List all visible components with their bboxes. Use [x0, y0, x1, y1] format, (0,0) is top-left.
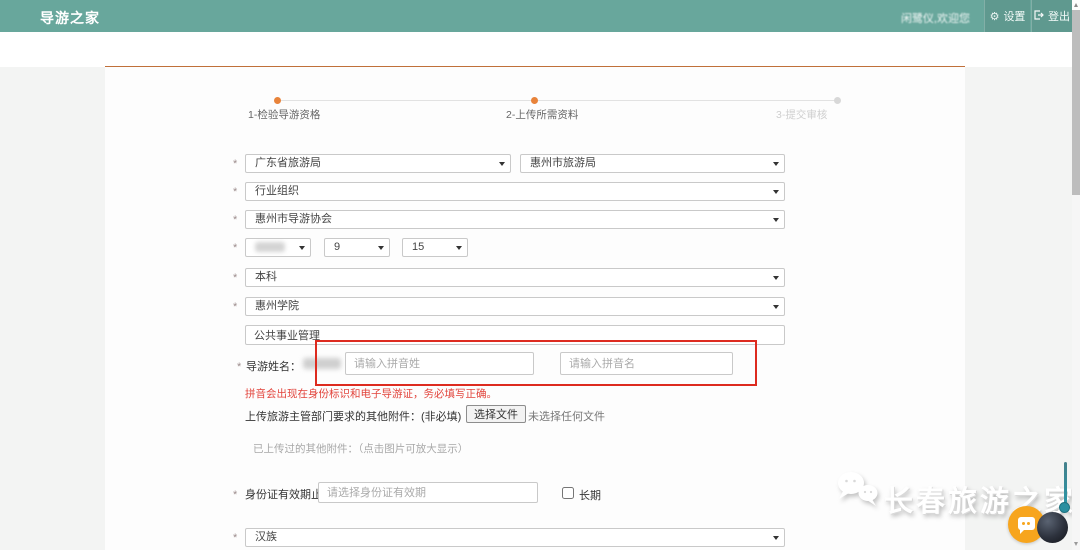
education-value: 本科: [255, 271, 277, 283]
redacted-year-value: [255, 242, 285, 252]
id-expiry-input[interactable]: [318, 482, 538, 503]
logout-label: 登出: [1048, 8, 1070, 24]
settings-label: 设置: [1003, 8, 1025, 24]
file-status-text: 未选择任何文件: [528, 408, 605, 424]
chevron-down-icon: [773, 190, 779, 194]
step-progress-line: [277, 100, 837, 101]
education-select[interactable]: 本科: [245, 268, 785, 287]
chat-bubble-icon: [1018, 517, 1035, 530]
settings-button[interactable]: ⚙ 设置: [984, 0, 1030, 32]
scrollbar-up-button[interactable]: [1072, 0, 1080, 10]
avatar[interactable]: [1037, 512, 1068, 543]
step-2-dot: [531, 97, 538, 104]
year-select[interactable]: [245, 238, 311, 257]
chevron-down-icon: [773, 162, 779, 166]
logout-button[interactable]: 登出: [1031, 0, 1072, 32]
step-1-label: 1-检验导游资格: [248, 107, 320, 122]
major-input[interactable]: [245, 325, 785, 345]
required-asterisk: *: [237, 361, 241, 373]
scrollbar-thumb[interactable]: [1072, 10, 1080, 195]
chevron-down-icon: [456, 246, 462, 250]
guide-association-value: 惠州市导游协会: [255, 213, 332, 225]
uploaded-attachments-hint: 已上传过的其他附件：（点击图片可放大显示）: [253, 441, 468, 456]
top-header-bar: 导游之家 闲鹭仪,欢迎您 ⚙ 设置 登出: [0, 0, 1072, 32]
brand-title: 导游之家: [40, 8, 100, 28]
ethnicity-select[interactable]: 汉族: [245, 528, 785, 547]
gear-icon: ⚙: [990, 10, 1000, 23]
city-bureau-value: 惠州市旅游局: [530, 157, 596, 169]
scroll-pin-line: [1064, 462, 1067, 506]
redacted-guide-name: [303, 358, 341, 369]
day-select[interactable]: 15: [402, 238, 468, 257]
day-value: 15: [412, 241, 424, 253]
month-select[interactable]: 9: [324, 238, 390, 257]
province-bureau-value: 广东省旅游局: [255, 157, 321, 169]
notice-bar: 只需几步即可完成导游认证信息提交: [0, 32, 1080, 67]
required-asterisk: *: [233, 214, 237, 226]
industry-org-value: 行业组织: [255, 185, 299, 197]
month-value: 9: [334, 241, 340, 253]
pinyin-givenname-input[interactable]: [560, 352, 733, 375]
welcome-text: 闲鹭仪,欢迎您: [870, 10, 970, 26]
step-3-label: 3-提交审核: [776, 107, 827, 122]
ethnicity-value: 汉族: [255, 531, 277, 543]
required-asterisk: *: [233, 186, 237, 198]
long-term-label: 长期: [579, 487, 601, 503]
upload-attachment-label: 上传旅游主管部门要求的其他附件：(非必填): [245, 408, 461, 424]
required-asterisk: *: [233, 242, 237, 254]
chevron-down-icon: [773, 218, 779, 222]
industry-org-select[interactable]: 行业组织: [245, 182, 785, 201]
guide-name-label: 导游姓名：: [246, 358, 301, 374]
logout-icon: [1034, 10, 1044, 23]
province-bureau-select[interactable]: 广东省旅游局: [245, 154, 511, 173]
pinyin-warning-text: 拼音会出现在身份标识和电子导游证，务必填写正确。: [245, 386, 497, 401]
page: 导游之家 闲鹭仪,欢迎您 ⚙ 设置 登出 只需几步即可完成导游认证信息提交 1-…: [0, 0, 1080, 550]
chevron-down-icon: [378, 246, 384, 250]
required-asterisk: *: [233, 158, 237, 170]
chevron-down-icon: [773, 536, 779, 540]
chevron-down-icon: [299, 246, 305, 250]
required-asterisk: *: [233, 532, 237, 544]
scrollbar-down-arrow-icon[interactable]: [1074, 542, 1078, 548]
step-1-dot: [274, 97, 281, 104]
chevron-down-icon: [773, 276, 779, 280]
city-bureau-select[interactable]: 惠州市旅游局: [520, 154, 785, 173]
chevron-down-icon: [773, 305, 779, 309]
chevron-down-icon: [499, 162, 505, 166]
required-asterisk: *: [233, 489, 237, 501]
school-value: 惠州学院: [255, 300, 299, 312]
guide-association-select[interactable]: 惠州市导游协会: [245, 210, 785, 229]
chat-dots-icon: [1022, 522, 1025, 525]
step-3-dot: [834, 97, 841, 104]
school-select[interactable]: 惠州学院: [245, 297, 785, 316]
long-term-checkbox[interactable]: [562, 487, 574, 499]
required-asterisk: *: [233, 272, 237, 284]
choose-file-button[interactable]: 选择文件: [466, 405, 526, 423]
scroll-pin-dot: [1059, 502, 1070, 513]
chat-bubbles-logo-icon: [834, 468, 882, 510]
required-asterisk: *: [233, 301, 237, 313]
step-2-label: 2-上传所需资料: [506, 107, 578, 122]
pinyin-surname-input[interactable]: [345, 352, 534, 375]
